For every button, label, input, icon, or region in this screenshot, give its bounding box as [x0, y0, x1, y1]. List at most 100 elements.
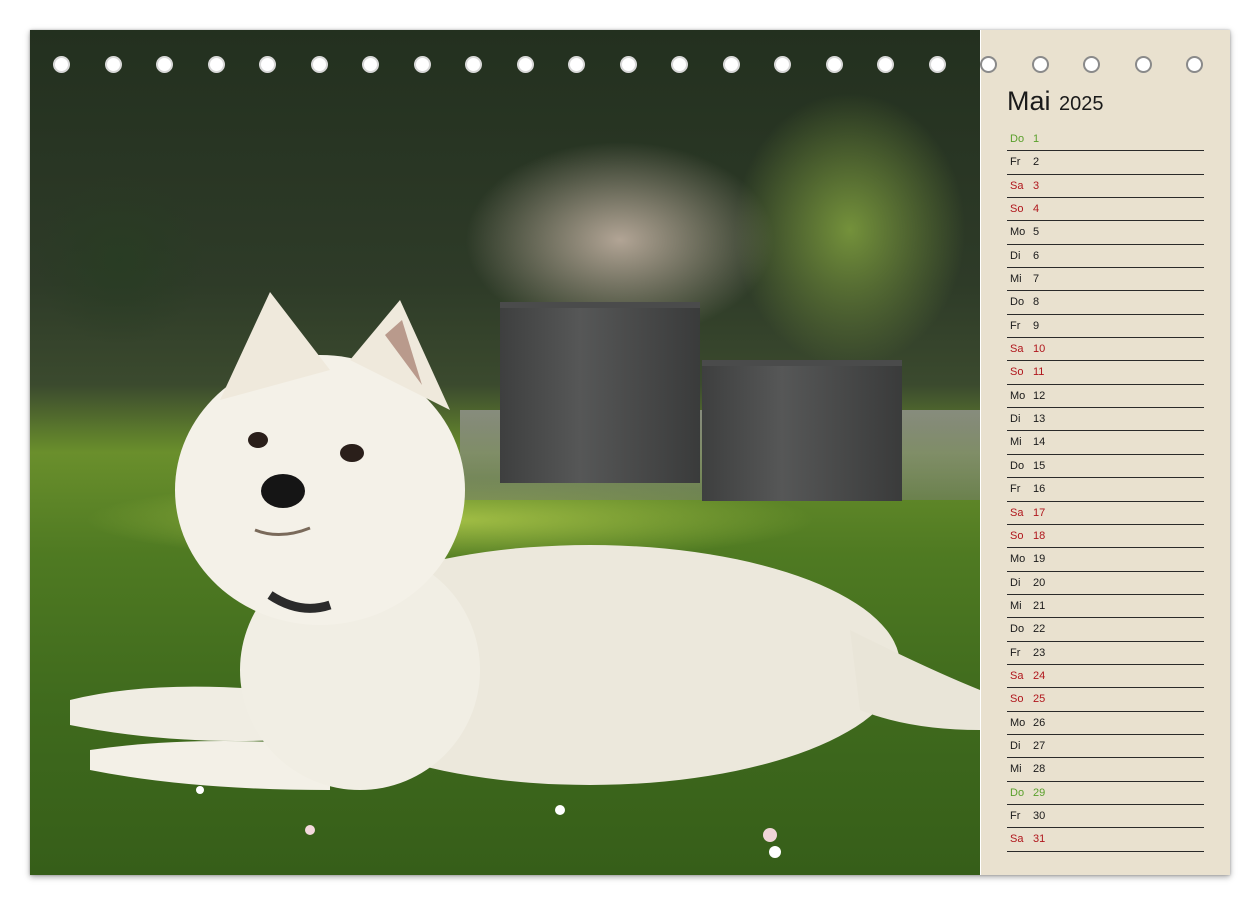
binding-hole: [259, 56, 276, 73]
weekday-label: Di: [1010, 249, 1021, 262]
binding-hole: [1134, 56, 1152, 73]
day-number: 10: [1033, 343, 1046, 356]
day-row: Di 13: [1007, 408, 1204, 432]
day-number: 3: [1033, 179, 1040, 192]
day-row: Fr 16: [1007, 478, 1204, 502]
weekday-label: Sa: [1010, 343, 1024, 356]
weekday-label: So: [1010, 693, 1024, 706]
binding-hole: [207, 56, 225, 73]
day-number: 2: [1033, 156, 1040, 169]
weekday-label: Do: [1010, 296, 1025, 309]
day-number: 4: [1033, 203, 1040, 216]
weekday-label: Di: [1010, 576, 1021, 589]
weekday-label: So: [1010, 529, 1024, 542]
weekday-label: Do: [1010, 133, 1025, 145]
day-row: Mo 5: [1007, 221, 1204, 245]
day-number: 12: [1033, 389, 1046, 402]
day-number: 6: [1033, 249, 1040, 262]
calendar-page: Mai 2025 Do 1 Fr 2 Sa 3 So 4 Mo 5 Di 6 Mi 7 Do 8 Fr 9 Sa 10…: [30, 30, 1230, 875]
day-row: Do 15: [1007, 455, 1204, 479]
weekday-label: Sa: [1010, 669, 1024, 682]
day-number: 13: [1033, 413, 1046, 426]
day-number: 20: [1033, 576, 1046, 589]
binding-hole: [516, 56, 534, 73]
day-row: Sa 17: [1007, 502, 1204, 525]
day-number: 22: [1033, 623, 1046, 636]
day-number: 15: [1033, 459, 1046, 472]
day-row: So 25: [1007, 688, 1204, 712]
day-row: Di 20: [1007, 572, 1204, 595]
day-row: Sa 31: [1007, 828, 1204, 852]
day-row: Mi 28: [1007, 758, 1204, 782]
day-row: Do 1: [1007, 128, 1204, 152]
day-row: Sa 10: [1007, 338, 1204, 362]
day-number: 21: [1033, 599, 1046, 612]
binding-hole: [156, 56, 173, 73]
binding-hole: [1186, 56, 1203, 73]
day-row: So 11: [1007, 361, 1204, 385]
day-number: 31: [1033, 833, 1046, 846]
day-row: Mi 14: [1007, 431, 1204, 455]
spiral-binding: [53, 56, 1213, 80]
day-row: Fr 23: [1007, 642, 1204, 665]
day-number: 11: [1033, 366, 1045, 379]
day-row: Mi 21: [1007, 595, 1204, 619]
binding-hole: [928, 56, 946, 73]
day-row: Di 6: [1007, 245, 1204, 269]
weekday-label: Sa: [1010, 506, 1024, 519]
day-row: Mo 26: [1007, 712, 1204, 735]
weekday-label: Fr: [1010, 483, 1021, 496]
day-row: Sa 24: [1007, 665, 1204, 689]
binding-hole: [980, 56, 997, 73]
day-row: Mo 12: [1007, 385, 1204, 409]
weekday-label: Sa: [1010, 179, 1024, 192]
month-heading: Mai 2025: [1007, 86, 1103, 117]
day-number: 1: [1033, 133, 1040, 145]
day-row: So 4: [1007, 198, 1204, 222]
binding-hole: [413, 56, 431, 73]
day-number: 28: [1033, 763, 1046, 776]
weekday-label: Do: [1010, 623, 1025, 636]
binding-hole: [310, 56, 328, 73]
binding-hole: [877, 56, 894, 73]
day-row: Di 27: [1007, 735, 1204, 759]
day-number: 5: [1033, 226, 1040, 239]
weekday-label: Mo: [1010, 226, 1026, 239]
binding-hole: [722, 56, 740, 73]
day-row: Sa 3: [1007, 175, 1204, 199]
day-number: 16: [1033, 483, 1046, 496]
binding-hole: [568, 56, 585, 73]
binding-hole: [1083, 56, 1100, 73]
day-number: 8: [1033, 296, 1040, 309]
weekday-label: Fr: [1010, 646, 1021, 659]
weekday-label: So: [1010, 203, 1024, 216]
binding-hole: [825, 56, 843, 73]
binding-hole: [1031, 56, 1049, 73]
day-number: 23: [1033, 646, 1046, 659]
binding-hole: [362, 56, 379, 73]
binding-hole: [53, 56, 70, 73]
day-number: 17: [1033, 506, 1046, 519]
weekday-label: Fr: [1010, 156, 1021, 169]
month-year: 2025: [1058, 93, 1104, 115]
binding-hole: [465, 56, 482, 73]
weekday-label: Mo: [1010, 389, 1026, 402]
day-row: Do 29: [1007, 782, 1204, 805]
dog-illustration: [70, 292, 980, 858]
day-row: Mo 19: [1007, 548, 1204, 572]
weekday-label: Mo: [1010, 553, 1026, 566]
weekday-label: Do: [1010, 786, 1025, 799]
binding-hole: [619, 56, 637, 73]
day-list: Do 1 Fr 2 Sa 3 So 4 Mo 5 Di 6 Mi 7 Do 8 Fr 9 Sa 10 So 11 Mo 12 D…: [1007, 128, 1204, 852]
day-row: Do 8: [1007, 291, 1204, 315]
day-number: 7: [1033, 273, 1040, 286]
weekday-label: Mi: [1010, 763, 1022, 776]
day-number: 30: [1033, 809, 1046, 822]
binding-hole: [104, 56, 122, 73]
weekday-label: Di: [1010, 413, 1021, 426]
day-row: So 18: [1007, 525, 1204, 549]
weekday-label: Di: [1010, 739, 1021, 752]
weekday-label: Mo: [1010, 716, 1026, 729]
day-row: Fr 2: [1007, 151, 1204, 175]
weekday-label: Sa: [1010, 833, 1024, 846]
